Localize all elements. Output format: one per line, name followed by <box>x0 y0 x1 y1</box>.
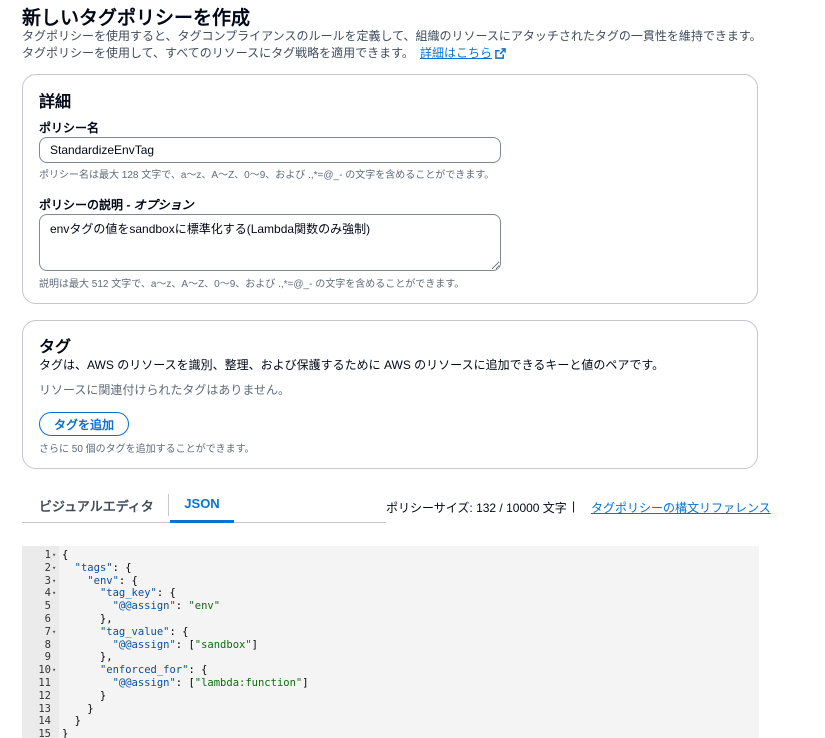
fold-toggle-icon[interactable]: ▾ <box>52 587 59 600</box>
policy-size-counter: ポリシーサイズ: 132 / 10000 文字 <box>386 501 567 515</box>
code-text: { <box>62 549 69 561</box>
line-number: 9 <box>44 651 51 664</box>
policy-description-hint: 説明は最大 512 文字で、a〜z、A〜Z、0〜9、および .,*=@_- の文… <box>39 279 465 290</box>
line-number: 6 <box>44 613 51 625</box>
line-number: 3 <box>44 574 51 587</box>
learn-more-link[interactable]: 詳細はこちら <box>420 46 506 60</box>
code-text: } <box>62 715 81 728</box>
fold-toggle-icon[interactable]: ▾ <box>52 575 59 588</box>
line-number: 15 <box>38 728 51 738</box>
details-title: 詳細 <box>39 94 72 111</box>
optional-marker: - オプション <box>123 198 194 212</box>
tags-empty-state: リソースに関連付けられたタグはありません。 <box>39 383 291 397</box>
json-code-editor[interactable]: 1 ▾{2 ▾ "tags": {3 ▾ "env": {4 ▾ "tag_key": … <box>22 546 759 738</box>
page-description: タグポリシーを使用すると、タグコンプライアンスのルールを定義して、組織のリソース… <box>22 28 767 62</box>
tags-limit-hint: さらに 50 個のタグを追加することができます。 <box>39 444 255 455</box>
code-text: } <box>62 728 69 738</box>
line-number: 8 <box>44 638 51 651</box>
line-number: 4 <box>44 587 51 600</box>
line-number: 12 <box>38 689 51 702</box>
tags-container: タグ タグは、AWS のリソースを識別、整理、および保護するために AWS のリ… <box>22 320 758 469</box>
line-number: 7 <box>44 625 51 638</box>
line-number: 14 <box>38 715 51 728</box>
page-description-text: タグポリシーを使用すると、タグコンプライアンスのルールを定義して、組織のリソース… <box>22 29 762 60</box>
code-text: "tag_value": { <box>99 625 189 638</box>
code-text: "tags": { <box>74 561 132 574</box>
line-number: 13 <box>38 702 51 715</box>
line-number: 1 <box>44 549 51 561</box>
policy-description-label: ポリシーの説明 - オプション <box>39 196 194 213</box>
policy-name-input[interactable] <box>39 137 501 163</box>
tab-divider <box>168 494 169 516</box>
fold-toggle-icon[interactable]: ▾ <box>52 549 59 562</box>
add-tag-button[interactable]: タグを追加 <box>39 412 129 436</box>
code-text: "tag_key": { <box>99 587 176 600</box>
policy-name-label: ポリシー名 <box>39 121 100 135</box>
code-text: }, <box>62 613 113 625</box>
tags-description: タグは、AWS のリソースを識別、整理、および保護するために AWS のリソース… <box>39 358 665 372</box>
syntax-reference-link[interactable]: タグポリシーの構文リファレンス <box>591 499 771 516</box>
external-link-icon <box>495 48 506 59</box>
editor-tab-bar: ビジュアルエディタ JSON <box>22 488 386 523</box>
code-text: "@@assign": ["lambda:function"] <box>112 677 309 689</box>
policy-description-textarea[interactable]: envタグの値をsandboxに標準化する(Lambda関数のみ強制) <box>39 214 501 271</box>
learn-more-label: 詳細はこちら <box>419 46 492 60</box>
code-text: } <box>62 702 94 715</box>
page-title: 新しいタグポリシーを作成 <box>22 8 251 29</box>
header-separator: | <box>572 499 576 513</box>
tags-title: タグ <box>39 339 72 356</box>
code-text: "enforced_for": { <box>99 664 208 677</box>
line-number: 5 <box>44 600 51 613</box>
code-text: "env": { <box>87 574 138 587</box>
tab-json[interactable]: JSON <box>170 488 234 523</box>
line-number: 11 <box>38 677 51 689</box>
line-number: 10 <box>38 664 51 677</box>
code-text: }, <box>62 651 113 664</box>
fold-toggle-icon[interactable]: ▾ <box>52 562 59 575</box>
tab-visual-editor[interactable]: ビジュアルエディタ <box>39 488 154 523</box>
fold-toggle-icon[interactable]: ▾ <box>52 664 59 677</box>
policy-description-label-text: ポリシーの説明 <box>39 198 124 212</box>
fold-toggle-icon[interactable]: ▾ <box>52 626 59 639</box>
code-text: "@@assign": "env" <box>112 600 221 613</box>
code-text: } <box>62 689 107 702</box>
policy-name-hint: ポリシー名は最大 128 文字で、a〜z、A〜Z、0〜9、および .,*=@_-… <box>39 170 495 181</box>
line-number: 2 <box>44 561 51 574</box>
details-container: 詳細 ポリシー名 ポリシー名は最大 128 文字で、a〜z、A〜Z、0〜9、およ… <box>22 74 758 304</box>
code-text: "@@assign": ["sandbox"] <box>112 638 258 651</box>
